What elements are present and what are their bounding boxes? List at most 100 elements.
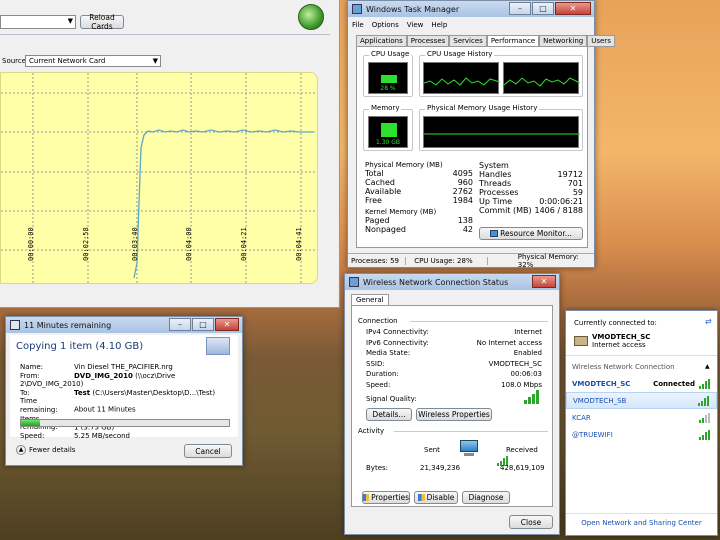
- reload-cards-button[interactable]: Reload Cards: [80, 13, 124, 31]
- detail-row: Name: Vin Diesel THE_PACIFIER.nrg: [20, 363, 238, 372]
- cpu-history-line: [503, 77, 581, 87]
- open-network-sharing-link[interactable]: Open Network and Sharing Center: [566, 519, 717, 527]
- fewer-details-toggle[interactable]: ▲ Fewer details: [16, 445, 75, 455]
- table-row: IPv4 Connectivity: Internet: [366, 327, 542, 338]
- table-row: Handles 19712: [479, 170, 583, 179]
- wireless-properties-button[interactable]: Wireless Properties: [416, 408, 492, 421]
- received-label: Received: [506, 446, 538, 454]
- cpu-history-title: CPU Usage History: [425, 50, 495, 58]
- close-dialog-button[interactable]: Close: [509, 515, 553, 529]
- detail-link[interactable]: DVD_IMG_2010: [74, 372, 133, 380]
- resource-monitor-icon: [490, 230, 499, 237]
- cpu-history-group: CPU Usage History: [419, 50, 583, 97]
- network-item[interactable]: VMODTECH_SB: [566, 392, 717, 409]
- row-label: Available: [365, 187, 402, 196]
- table-row: Paged 138: [365, 216, 473, 225]
- network-item[interactable]: @TRUEWIFI: [566, 426, 717, 443]
- row-label: Up Time: [479, 197, 513, 206]
- menu-view[interactable]: View: [407, 21, 424, 29]
- maximize-button[interactable]: □: [532, 2, 554, 15]
- menu-options[interactable]: Options: [372, 21, 399, 29]
- task-manager-titlebar[interactable]: Windows Task Manager – □ ✕: [348, 1, 594, 17]
- sent-label: Sent: [424, 446, 440, 454]
- row-value: 4095: [452, 169, 473, 178]
- status-processes: Processes: 59: [348, 256, 407, 265]
- traffic-graph-svg: [1, 73, 317, 283]
- row-value: VMODTECH_SC: [488, 359, 542, 368]
- tab-users[interactable]: Users: [587, 35, 615, 47]
- minimize-button[interactable]: –: [169, 318, 191, 331]
- source-select[interactable]: Current Network Card ▼: [25, 55, 161, 67]
- cpu-usage-group: CPU Usage 28 %: [363, 50, 413, 97]
- row-value: 59: [572, 188, 583, 197]
- table-row: Media State: Enabled: [366, 348, 542, 359]
- signal-strength-icon: [699, 378, 711, 389]
- traffic-graph: 00:00:00 00:02:58 00:03:40 00:04:00 00:0…: [0, 72, 318, 284]
- time-tick: 00:03:40: [131, 227, 139, 261]
- fewer-details-label: Fewer details: [29, 446, 76, 454]
- properties-button[interactable]: Properties: [362, 491, 410, 504]
- row-value: 42: [462, 225, 473, 234]
- table-row: Free 1984: [365, 196, 473, 205]
- details-button[interactable]: Details...: [366, 408, 412, 421]
- copy-dialog-titlebar[interactable]: 11 Minutes remaining – □ ✕: [6, 317, 242, 333]
- system-title: System: [479, 161, 509, 170]
- row-label: Threads: [479, 179, 512, 188]
- table-row: IPv6 Connectivity: No Internet access: [366, 338, 542, 349]
- current-network-item[interactable]: VMODTECH_SC Internet access: [574, 333, 650, 349]
- connection-title: Connection: [358, 317, 398, 325]
- status-memory: Physical Memory: 32%: [517, 252, 579, 269]
- signal-quality-label: Signal Quality:: [366, 395, 417, 403]
- network-flyout: Currently connected to: ⇄ VMODTECH_SC In…: [565, 310, 718, 536]
- bytes-received: 428,619,109: [500, 464, 545, 472]
- memory-title: Memory: [369, 104, 402, 112]
- network-item[interactable]: KCAR: [566, 409, 717, 426]
- resource-monitor-button[interactable]: Resource Monitor...: [479, 227, 583, 240]
- table-row: Threads 701: [479, 179, 583, 188]
- memory-history-group: Physical Memory Usage History: [419, 104, 583, 151]
- wifi-status-titlebar[interactable]: Wireless Network Connection Status ✕: [345, 274, 559, 290]
- copy-dialog-window: 11 Minutes remaining – □ ✕ Copying 1 item …: [5, 316, 243, 466]
- row-value: 701: [567, 179, 583, 188]
- refresh-icon[interactable]: ⇄: [705, 317, 712, 326]
- disable-label: Disable: [426, 493, 455, 502]
- signal-strength-icon: [524, 390, 540, 404]
- card-select[interactable]: ▼: [0, 15, 76, 29]
- minimize-button[interactable]: –: [509, 2, 531, 15]
- signal-strength-icon: [699, 412, 711, 423]
- time-tick: 00:04:41: [295, 227, 303, 261]
- copy-progress-bar: [20, 419, 230, 427]
- properties-label: Properties: [371, 493, 409, 502]
- close-button[interactable]: ✕: [532, 275, 556, 288]
- network-bench-icon: [574, 336, 588, 346]
- kernel-memory-title: Kernel Memory (MB): [365, 208, 437, 216]
- chevron-down-icon: ▼: [67, 17, 73, 25]
- network-item[interactable]: VMODTECH_SC Connected: [566, 375, 717, 392]
- cpu-usage-meter: 28 %: [368, 62, 408, 94]
- table-row: Speed: 108.0 Mbps: [366, 380, 542, 391]
- close-button[interactable]: ✕: [215, 318, 239, 331]
- detail-value: 5.25 MB/second: [74, 431, 130, 440]
- row-label: Processes: [479, 188, 519, 197]
- disable-button[interactable]: Disable: [414, 491, 458, 504]
- close-button[interactable]: ✕: [555, 2, 591, 15]
- time-tick: 00:04:00: [185, 227, 193, 261]
- tab-general[interactable]: General: [351, 294, 389, 305]
- detail-value: About 11 Minutes: [74, 405, 136, 414]
- divider: [394, 431, 548, 432]
- menu-file[interactable]: File: [352, 21, 364, 29]
- memory-meter: 1.30 GB: [368, 116, 408, 148]
- diagnose-button[interactable]: Diagnose: [462, 491, 510, 504]
- memory-history-title: Physical Memory Usage History: [425, 104, 540, 112]
- menu-help[interactable]: Help: [431, 21, 447, 29]
- table-row: Cached 960: [365, 178, 473, 187]
- bytes-label: Bytes:: [366, 464, 389, 472]
- chevron-up-icon[interactable]: ▲: [705, 363, 710, 370]
- wifi-status-title: Wireless Network Connection Status: [363, 277, 509, 287]
- cancel-button[interactable]: Cancel: [184, 444, 232, 458]
- table-row: Duration: 00:06:03: [366, 369, 542, 380]
- row-label: Cached: [365, 178, 395, 187]
- memory-value: 1.30 GB: [375, 139, 401, 146]
- maximize-button[interactable]: □: [192, 318, 214, 331]
- detail-link[interactable]: Test: [74, 389, 90, 397]
